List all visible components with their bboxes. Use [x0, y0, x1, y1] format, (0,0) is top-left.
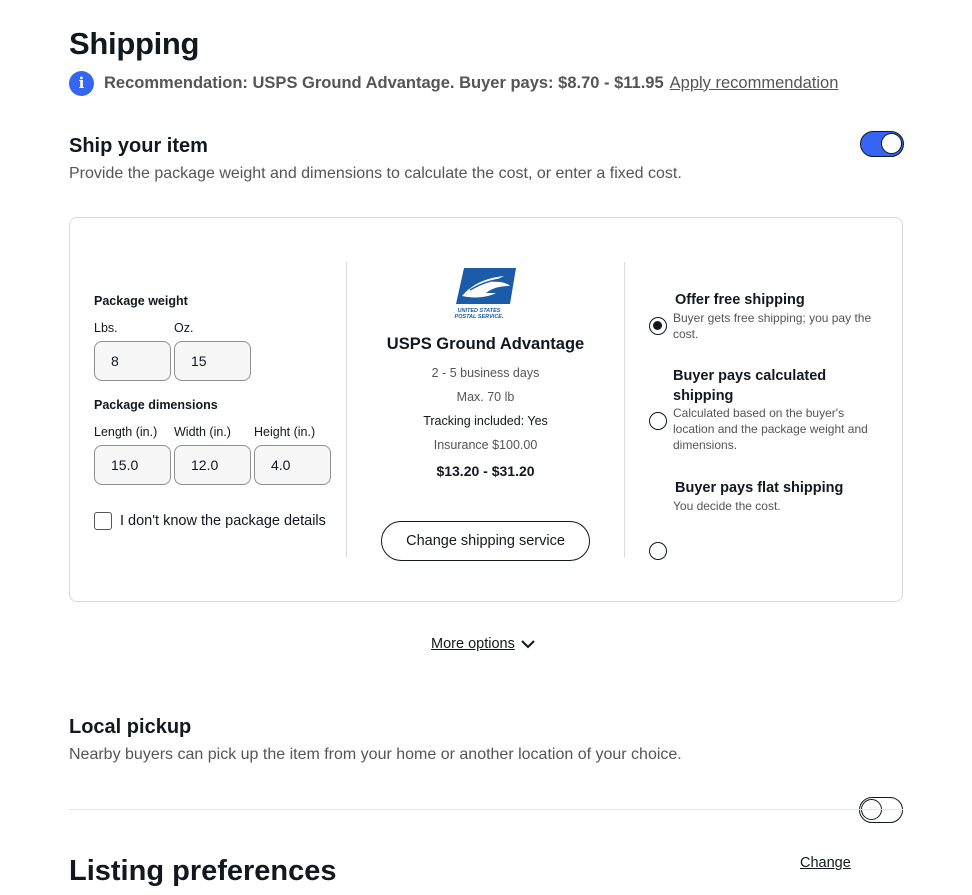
ship-item-toggle[interactable]	[860, 131, 904, 157]
package-weight-label: Package weight	[94, 294, 188, 308]
option-free-shipping-title: Offer free shipping	[675, 292, 805, 308]
apply-recommendation-link[interactable]: Apply recommendation	[670, 74, 839, 93]
column-divider	[346, 262, 347, 557]
more-options-link[interactable]: More options	[431, 636, 515, 652]
more-options-toggle[interactable]: More options	[431, 636, 535, 652]
local-pickup-toggle[interactable]	[859, 797, 903, 823]
unknown-package-label: I don't know the package details	[120, 513, 326, 529]
listing-preferences-title: Listing preferences	[69, 855, 337, 887]
info-icon: i	[69, 70, 94, 96]
radio-flat-shipping[interactable]	[649, 542, 667, 560]
column-divider	[624, 262, 625, 557]
option-free-shipping-desc: Buyer gets free shipping; you pay the co…	[673, 311, 872, 341]
package-dimensions-label: Package dimensions	[94, 398, 218, 412]
option-flat-shipping-title: Buyer pays flat shipping	[675, 480, 844, 496]
ship-item-title: Ship your item	[69, 135, 208, 157]
toggle-knob	[881, 133, 902, 154]
usps-eagle-logo: UNITED STATES POSTAL SERVICE.	[452, 266, 518, 322]
length-label: Length (in.)	[94, 425, 158, 439]
service-days: 2 - 5 business days	[431, 366, 540, 380]
oz-label: Oz.	[174, 321, 194, 335]
chevron-down-icon	[521, 639, 535, 649]
service-tracking: Tracking included: Yes	[423, 414, 548, 428]
recommendation-text: Recommendation: USPS Ground Advantage. B…	[104, 73, 664, 92]
width-input[interactable]: 12.0	[174, 445, 251, 485]
section-divider	[69, 809, 903, 810]
local-pickup-subtitle: Nearby buyers can pick up the item from …	[69, 746, 682, 763]
listing-preferences-change-link[interactable]: Change	[800, 855, 851, 871]
radio-free-shipping[interactable]	[649, 317, 667, 335]
option-flat-shipping-desc: You decide the cost.	[673, 499, 781, 513]
service-max-weight: Max. 70 lb	[456, 390, 515, 404]
usps-logo-text-2: POSTAL SERVICE.	[454, 314, 503, 320]
height-input[interactable]: 4.0	[254, 445, 331, 485]
change-shipping-service-button[interactable]: Change shipping service	[381, 521, 590, 561]
oz-input[interactable]: 15	[174, 341, 251, 381]
height-label: Height (in.)	[254, 425, 316, 439]
local-pickup-title: Local pickup	[69, 716, 192, 738]
width-label: Width (in.)	[174, 425, 231, 439]
lbs-input[interactable]: 8	[94, 341, 171, 381]
unknown-package-checkbox[interactable]	[94, 512, 112, 530]
lbs-label: Lbs.	[94, 321, 118, 335]
length-input[interactable]: 15.0	[94, 445, 171, 485]
service-name: USPS Ground Advantage	[386, 335, 585, 353]
option-calculated-shipping-desc: Calculated based on the buyer's location…	[673, 406, 868, 452]
page-title: Shipping	[69, 26, 200, 61]
option-calculated-shipping-title: Buyer pays calculated shipping	[673, 368, 827, 404]
recommendation-banner: i Recommendation: USPS Ground Advantage.…	[69, 70, 838, 96]
radio-calculated-shipping[interactable]	[649, 412, 667, 430]
ship-item-subtitle: Provide the package weight and dimension…	[69, 165, 682, 182]
service-insurance: Insurance $100.00	[433, 438, 538, 452]
service-price: $13.20 - $31.20	[436, 463, 535, 479]
